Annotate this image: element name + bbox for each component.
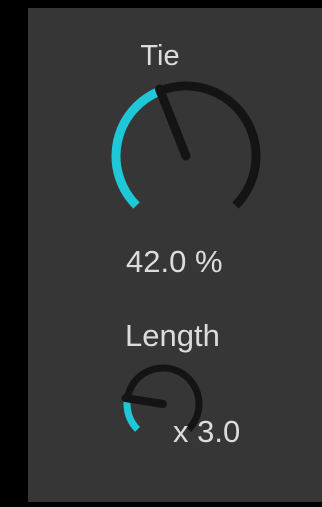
- length-knob[interactable]: [0, 0, 322, 507]
- length-knob-pointer: [121, 394, 167, 408]
- length-value-display[interactable]: x 3.0: [173, 414, 240, 450]
